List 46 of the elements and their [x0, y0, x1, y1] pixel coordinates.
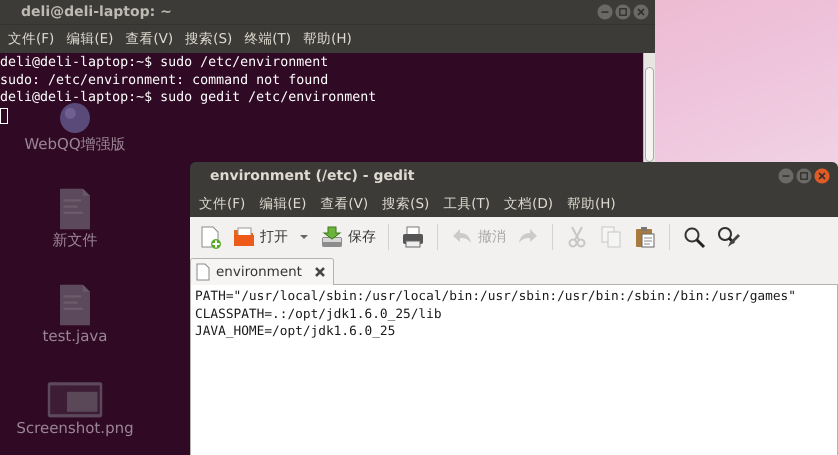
menu-item[interactable]: 搜索(S) [375, 194, 436, 212]
icon-label: test.java [42, 327, 108, 345]
terminal-line: deli@deli-laptop:~$ sudo gedit /etc/environment [0, 89, 376, 106]
menu-item[interactable]: 编辑(E) [252, 194, 314, 212]
menu-item[interactable]: 工具(T) [436, 194, 498, 212]
menu-item[interactable]: 编辑(E) [60, 30, 120, 48]
menu-item[interactable]: 帮助(H) [560, 194, 623, 212]
printer-icon [401, 224, 425, 248]
text-line: JAVA_HOME=/opt/jdk1.6.0_25 [195, 323, 396, 340]
icon-label: Screenshot.png [16, 419, 134, 437]
text-line: CLASSPATH=.:/opt/jdk1.6.0_25/lib [195, 306, 442, 323]
open-button[interactable]: 打开 [228, 222, 292, 252]
text-cursor [0, 108, 8, 124]
minimize-icon[interactable] [778, 168, 794, 184]
menu-item[interactable]: 文档(D) [497, 194, 560, 212]
clipboard-icon [633, 224, 657, 248]
terminal-line: sudo: /etc/environment: command not found [0, 72, 328, 89]
menu-item[interactable]: 文件(F) [192, 194, 252, 212]
maximize-icon[interactable] [615, 4, 631, 20]
text-editor[interactable]: PATH="/usr/local/sbin:/usr/local/bin:/usr/sbin:/usr/bin:/sbin:/bin:/usr/games" CLASSPATH=.:/opt/jdk1.6.0_25/lib JAVA_HOME=/opt/jdk1.6.0_25 [190, 285, 838, 455]
close-icon[interactable] [814, 168, 830, 184]
save-icon [320, 224, 344, 248]
terminal-line: deli@deli-laptop:~$ sudo /etc/environment [0, 54, 328, 72]
file-tab[interactable]: environment [190, 258, 334, 285]
menu-item[interactable]: 搜索(S) [179, 30, 238, 48]
document-icon [195, 263, 211, 281]
icon-label: 新文件 [52, 231, 98, 249]
copy-icon [599, 224, 623, 248]
image-file-icon[interactable] [47, 379, 103, 419]
search-icon [682, 224, 706, 248]
save-button[interactable]: 保存 [316, 222, 380, 252]
window-title: deli@deli-laptop: ~ [21, 4, 173, 20]
minimize-icon[interactable] [597, 4, 613, 20]
search-pencil-icon [716, 224, 740, 248]
folder-icon [232, 224, 256, 248]
scrollbar[interactable] [643, 53, 655, 162]
menu-item[interactable]: 查看(V) [119, 30, 180, 48]
icon-label: WebQQ增强版 [24, 135, 126, 153]
menu-item[interactable]: 终端(T) [238, 30, 298, 48]
close-icon[interactable] [312, 265, 327, 279]
maximize-icon[interactable] [796, 168, 812, 184]
text-line: PATH="/usr/local/sbin:/usr/local/bin:/usr/sbin:/usr/bin:/sbin:/bin:/usr/games" [195, 288, 796, 306]
menu-item[interactable]: 帮助(H) [297, 30, 358, 48]
window-title: environment (/etc) - gedit [210, 168, 416, 184]
menu-item[interactable]: 查看(V) [313, 194, 376, 212]
menu-item[interactable]: 文件(F) [2, 30, 60, 48]
